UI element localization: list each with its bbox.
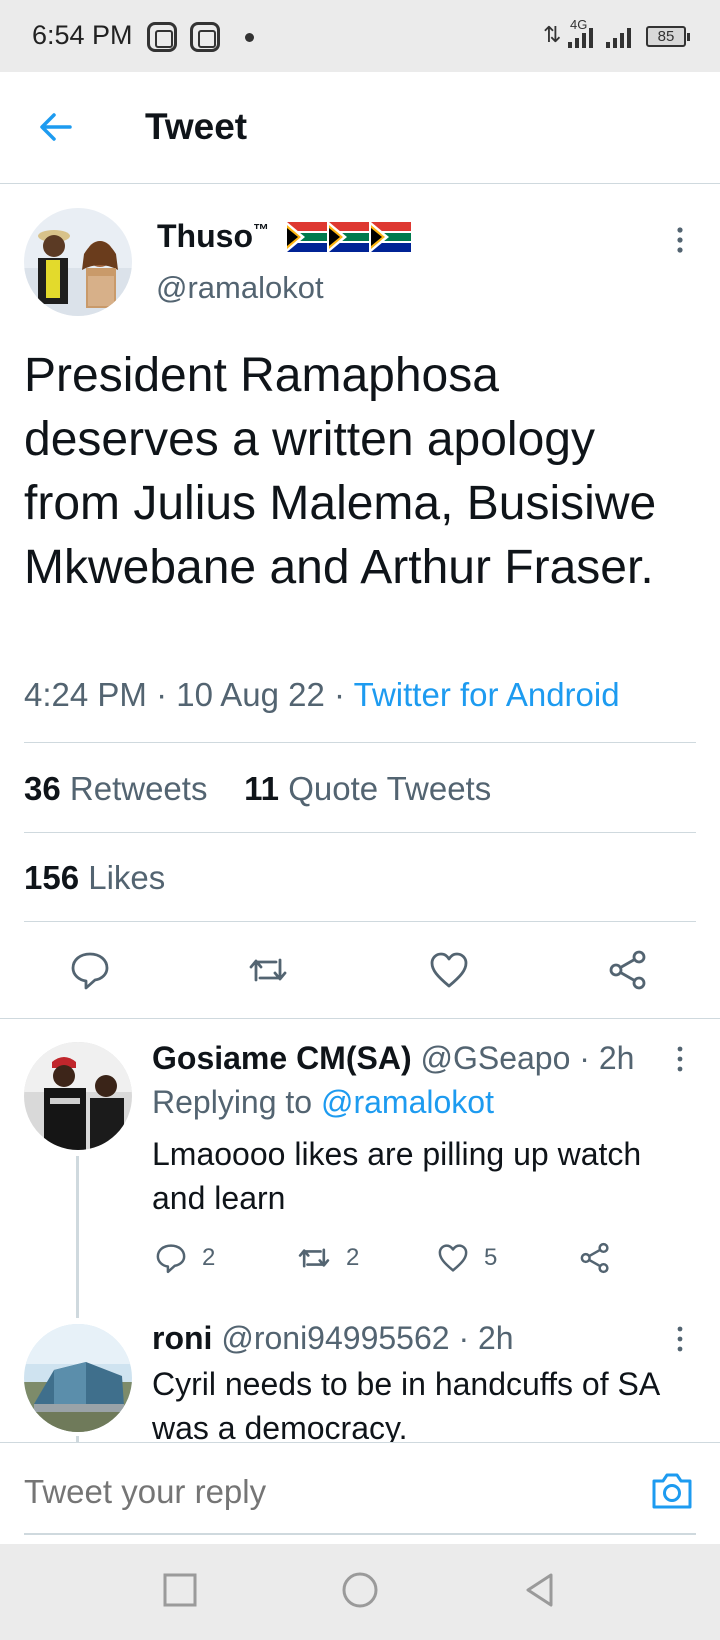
divider xyxy=(24,832,696,833)
avatar-photo xyxy=(24,1042,132,1150)
share-icon xyxy=(609,950,646,990)
south-africa-flag-icon xyxy=(329,222,369,252)
tweet-date: 10 Aug 22 xyxy=(176,676,325,713)
reply-like-button[interactable]: 5 xyxy=(436,1240,497,1276)
reply-text: Lmaoooo likes are pilling up watch and l… xyxy=(152,1136,642,1216)
triangle-back-icon xyxy=(526,1573,553,1607)
reply-composer xyxy=(0,1442,720,1544)
notification-app-icon xyxy=(190,22,220,52)
retweet-icon xyxy=(298,1248,330,1268)
reply-time: 2h xyxy=(477,1320,514,1356)
reply-icon xyxy=(71,952,109,990)
flag-emojis xyxy=(287,222,411,252)
divider xyxy=(24,921,696,922)
page-title: Tweet xyxy=(145,106,248,147)
quote-tweets-count: 11 xyxy=(244,770,280,807)
share-button[interactable] xyxy=(606,948,650,992)
notification-dot-icon xyxy=(245,33,254,42)
recents-button[interactable] xyxy=(160,1570,200,1610)
likes-count: 156 xyxy=(24,859,80,896)
more-vertical-icon xyxy=(677,1046,683,1072)
status-time: 6:54 PM xyxy=(32,20,133,50)
data-transfer-icon: ⇅ xyxy=(543,22,561,47)
reply-button[interactable] xyxy=(68,948,112,992)
retweets-label: Retweets xyxy=(69,770,208,807)
square-icon xyxy=(163,1573,197,1607)
replying-to-label: Replying to xyxy=(152,1084,313,1120)
reply-author-handle[interactable]: @roni94995562 xyxy=(221,1320,449,1356)
reply-reply-button[interactable]: 2 xyxy=(154,1240,215,1276)
thread-connector xyxy=(76,1156,79,1318)
quote-tweets-label: Quote Tweets xyxy=(288,770,492,807)
likes-stat[interactable]: 156 Likes xyxy=(24,859,165,897)
reply-author-name[interactable]: Gosiame CM(SA) xyxy=(152,1040,412,1076)
author-name[interactable]: Thuso™ xyxy=(157,218,269,255)
tweet-source-link[interactable]: Twitter for Android xyxy=(354,676,620,713)
avatar-photo xyxy=(24,208,132,316)
trademark-symbol: ™ xyxy=(252,222,269,239)
reply-text: Cyril needs to be in handcuffs of SA was… xyxy=(152,1366,659,1446)
share-icon xyxy=(580,1242,609,1274)
circle-icon xyxy=(342,1572,378,1608)
reply-avatar[interactable] xyxy=(24,1324,132,1432)
south-africa-flag-icon xyxy=(287,222,327,252)
reply-header: roni @roni94995562 · 2h xyxy=(152,1320,514,1356)
retweet-quote-stats: 36 Retweets 11 Quote Tweets xyxy=(24,770,491,808)
quote-tweets-stat[interactable]: 11 Quote Tweets xyxy=(244,770,491,807)
author-name-text: Thuso xyxy=(157,218,253,254)
back-nav-button[interactable] xyxy=(520,1570,560,1610)
reply-more-button[interactable] xyxy=(670,1324,690,1354)
reply-header: Gosiame CM(SA) @GSeapo · 2h xyxy=(152,1040,635,1076)
signal-strength-icon xyxy=(606,26,631,48)
likes-label: Likes xyxy=(88,859,166,896)
retweets-stat[interactable]: 36 Retweets xyxy=(24,770,207,807)
back-button[interactable] xyxy=(28,102,84,152)
notification-app-icon xyxy=(147,22,177,52)
tweet-meta: 4:24 PM · 10 Aug 22 · Twitter for Androi… xyxy=(24,676,620,713)
replying-to-mention[interactable]: @ramalokot xyxy=(321,1084,494,1120)
reply-like-count: 5 xyxy=(484,1244,498,1271)
south-africa-flag-icon xyxy=(371,222,411,252)
retweet-icon xyxy=(249,958,287,982)
reply-more-button[interactable] xyxy=(670,1044,690,1074)
retweet-button[interactable] xyxy=(246,948,290,992)
author-handle[interactable]: @ramalokot xyxy=(156,270,324,306)
retweets-count: 36 xyxy=(24,770,61,807)
heart-icon xyxy=(438,1244,468,1272)
camera-button[interactable] xyxy=(650,1471,694,1511)
reply-share-button[interactable] xyxy=(578,1240,612,1276)
divider xyxy=(0,1018,720,1019)
author-avatar[interactable] xyxy=(24,208,132,316)
reply-icon xyxy=(156,1244,186,1274)
battery-icon: 85 xyxy=(646,26,690,47)
reply-retweet-button[interactable]: 2 xyxy=(296,1240,359,1276)
reply-author-handle[interactable]: @GSeapo xyxy=(420,1040,570,1076)
like-button[interactable] xyxy=(427,948,471,992)
tweet-time: 4:24 PM xyxy=(24,676,147,713)
divider xyxy=(24,742,696,743)
reply-avatar[interactable] xyxy=(24,1042,132,1150)
reply-retweet-count: 2 xyxy=(346,1244,360,1271)
status-bar: 6:54 PM ⇅ 4G 85 xyxy=(0,0,720,72)
reply-reply-count: 2 xyxy=(202,1244,216,1271)
reply-input[interactable] xyxy=(24,1473,604,1511)
reply-author-name[interactable]: roni xyxy=(152,1320,212,1356)
signal-strength-icon xyxy=(568,26,593,48)
more-vertical-icon xyxy=(677,227,683,253)
replying-to: Replying to @ramalokot xyxy=(152,1084,494,1121)
camera-icon xyxy=(652,1473,692,1509)
avatar-photo xyxy=(24,1324,132,1432)
home-button[interactable] xyxy=(340,1570,380,1610)
system-navigation-bar xyxy=(0,1544,720,1640)
more-options-button[interactable] xyxy=(670,225,690,255)
heart-icon xyxy=(430,952,468,988)
more-vertical-icon xyxy=(677,1326,683,1352)
reply-time: 2h xyxy=(598,1040,635,1076)
arrow-left-icon xyxy=(40,113,72,141)
top-app-bar: Tweet xyxy=(0,72,720,184)
tweet-text: President Ramaphosa deserves a written a… xyxy=(24,349,657,594)
input-underline xyxy=(24,1533,696,1535)
